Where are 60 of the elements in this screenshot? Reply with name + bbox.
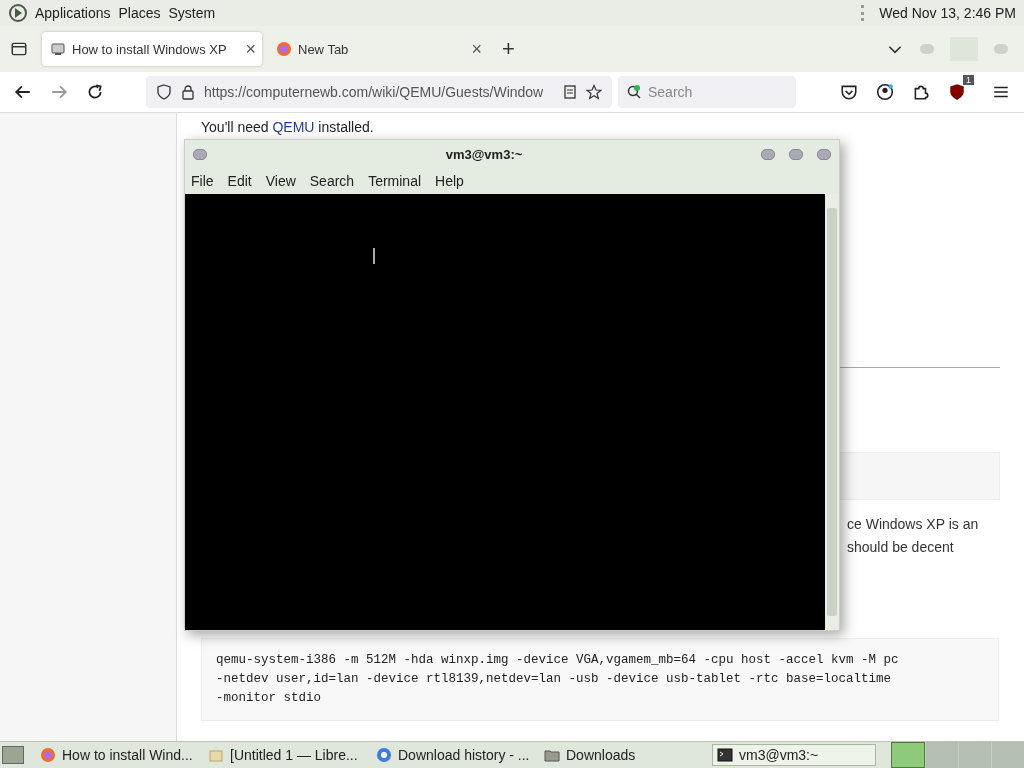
taskbar-item[interactable]: [Untitled 1 — Libre...: [204, 744, 368, 766]
text-cursor-icon: [373, 248, 375, 264]
search-icon: [626, 84, 642, 100]
menu-item[interactable]: View: [265, 173, 296, 189]
menu-item[interactable]: Help: [435, 173, 464, 189]
taskbar-item[interactable]: vm3@vm3:~: [712, 744, 876, 766]
taskbar-item[interactable]: Download history - ...: [372, 744, 536, 766]
body-text: should be decent: [847, 539, 955, 556]
shield-icon: [948, 83, 966, 101]
close-icon[interactable]: [817, 148, 831, 160]
browser-tab[interactable]: New Tab ×: [268, 32, 488, 66]
maximize-icon[interactable]: [789, 148, 803, 160]
qemu-link[interactable]: QEMU: [272, 119, 315, 135]
show-desktop-icon[interactable]: [2, 746, 24, 764]
panel-menu[interactable]: System: [167, 5, 217, 21]
reload-icon[interactable]: [86, 83, 104, 101]
pocket-icon[interactable]: [840, 83, 858, 101]
body-text: ce Windows XP is an: [847, 516, 980, 533]
window-title: vm3@vm3:~: [444, 146, 524, 162]
address-bar[interactable]: https://computernewb.com/wiki/QEMU/Guests/Window: [146, 76, 612, 108]
menu-item[interactable]: File: [191, 173, 214, 189]
taskbar-item[interactable]: Downloads: [540, 744, 704, 766]
browser-tab[interactable]: How to install Windows XP ×: [42, 32, 262, 66]
back-icon[interactable]: [14, 83, 32, 101]
menu-item[interactable]: Search: [309, 173, 355, 189]
extension-button[interactable]: 1: [948, 75, 974, 101]
menu-item[interactable]: Edit: [227, 173, 252, 189]
window-menu-icon[interactable]: [193, 148, 207, 160]
code-line: -monitor stdio: [216, 690, 323, 707]
browser-logo-icon: [376, 747, 392, 763]
workspace-switcher[interactable]: [891, 742, 1024, 768]
document-icon: [208, 747, 224, 763]
minimize-icon[interactable]: [761, 148, 775, 160]
taskbar-item[interactable]: How to install Wind...: [36, 744, 200, 766]
close-icon[interactable]: ×: [471, 38, 482, 60]
account-icon[interactable]: [876, 83, 894, 101]
page-icon: [50, 41, 66, 57]
shield-icon: [156, 84, 172, 100]
panel-clock[interactable]: Wed Nov 13, 2:46 PM: [879, 5, 1016, 21]
browser-logo-icon: [40, 747, 56, 763]
star-icon[interactable]: [586, 84, 602, 100]
terminal-icon: [717, 747, 733, 763]
code-line: -netdev user,id=lan -device rtl8139,netdev=lan -usb -device usb-tablet -rtc base=localtime: [216, 671, 893, 688]
code-line: qemu-system-i386 -m 512M -hda winxp.img -device VGA,vgamem_mb=64 -cpu host -accel kvm -M pc: [216, 652, 900, 669]
distro-logo-icon[interactable]: [8, 3, 28, 23]
panel-menu[interactable]: Places: [117, 5, 162, 21]
scrollbar[interactable]: [825, 194, 839, 630]
notification-badge: 1: [963, 75, 974, 85]
tab-list-icon[interactable]: [10, 40, 28, 58]
reader-view-icon[interactable]: [562, 84, 578, 100]
folder-icon: [544, 747, 560, 763]
forward-icon[interactable]: [50, 83, 68, 101]
intro-text: You'll need QEMU installed.: [201, 119, 375, 135]
new-tab-icon[interactable]: +: [502, 36, 515, 62]
browser-logo-icon: [276, 41, 292, 57]
puzzle-icon[interactable]: [912, 83, 930, 101]
panel-menu[interactable]: Applications: [34, 5, 112, 21]
close-icon[interactable]: ×: [245, 38, 256, 60]
lock-icon: [180, 84, 196, 100]
menu-item[interactable]: Terminal: [368, 173, 422, 189]
